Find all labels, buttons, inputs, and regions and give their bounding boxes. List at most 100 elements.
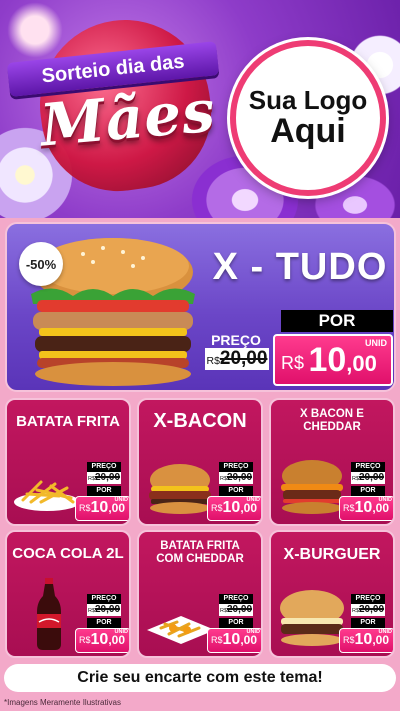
product-card-x-burguer[interactable]: X-BURGUER PREÇO R$20,00 POR R$10,00 UNID [269,530,395,658]
product-card-coca-cola[interactable]: COCA COLA 2L PREÇO R$20,00 POR R$10,00 UN… [5,530,131,658]
price-tag: PREÇO R$20,00 POR R$10,00 UNID [75,462,129,524]
soda-bottle-image [37,578,61,650]
price-label: PREÇO [351,462,385,472]
new-price-integer: 10 [90,631,109,648]
product-card-x-bacon-cheddar[interactable]: X BACON E CHEDDAR PREÇO R$20,00 POR R$10… [269,398,395,526]
old-price: R$20,00 [219,472,253,484]
burger-image [280,590,344,646]
new-currency: R$ [79,635,91,645]
product-name: X BACON E CHEDDAR [300,408,364,433]
new-currency: R$ [211,503,223,513]
new-currency: R$ [211,635,223,645]
new-currency: R$ [79,503,91,513]
price-tag: PREÇO R$20,00 POR R$10,00 UNID [75,594,129,656]
cta-button[interactable]: Crie seu encarte com este tema! [4,664,396,692]
new-price: R$10,00 UNID [339,628,393,653]
new-currency: R$ [343,503,355,513]
product-name: COCA COLA 2L [12,545,124,562]
por-label: POR [219,486,253,496]
price-label: PREÇO [211,332,261,348]
old-currency: R$ [351,476,359,482]
product-card-batata-frita[interactable]: BATATA FRITA PREÇO R$20,00 POR R$10,00 UN… [5,398,131,526]
logo-placeholder[interactable]: Sua Logo Aqui [230,40,386,196]
new-price-cents: ,00 [108,501,125,515]
old-currency: R$ [87,476,95,482]
new-price: R$10,00 UNID [75,496,129,521]
header-banner: Sorteio dia das Mães Sua Logo Aqui [0,0,400,218]
fries-image [14,480,80,511]
new-price-cents: ,00 [240,633,257,647]
old-price-value: 20,00 [95,472,121,483]
old-price-value: 20,00 [359,472,385,483]
old-price-value: 20,00 [227,472,253,483]
price-tag: PREÇO R$20,00 POR R$10,00 UNID [207,462,261,524]
por-label: POR [351,486,385,496]
price-label: PREÇO [87,462,121,472]
unit-label: UNID [365,338,387,348]
old-price-value: 20,00 [95,604,121,615]
old-price: R$20,00 [219,604,253,616]
unit-label: UNID [114,629,128,635]
por-label: POR [281,310,393,332]
price-tag: PREÇO R$20,00 POR R$10,00 UNID [339,594,393,656]
new-price: R$10,00 UNID [75,628,129,653]
new-price-cents: ,00 [372,633,389,647]
por-label: POR [219,618,253,628]
new-price-cents: ,00 [108,633,125,647]
disclaimer-text: *Imagens Meramente Ilustrativas [4,698,121,707]
featured-product-name: X - TUDO [212,246,388,288]
featured-product-card[interactable]: -50% X - TUDO PREÇO R$20,00 POR R$ 10,00… [5,222,396,392]
new-price-cents: ,00 [346,351,377,376]
new-price-cents: ,00 [372,501,389,515]
old-price: R$20,00 [87,472,121,484]
discount-badge: -50% [19,242,63,286]
old-price-value: 20,00 [227,604,253,615]
unit-label: UNID [246,629,260,635]
new-price-integer: 10 [222,631,241,648]
price-label: PREÇO [87,594,121,604]
old-currency: R$ [206,356,220,367]
old-price-value: 20,00 [359,604,385,615]
product-name: X-BACON [153,410,247,432]
price-label: PREÇO [351,594,385,604]
price-tag: PREÇO R$20,00 POR R$10,00 UNID [207,594,261,656]
price-label: PREÇO [219,462,253,472]
por-label: POR [87,486,121,496]
product-card-x-bacon[interactable]: X-BACON PREÇO R$20,00 POR R$10,00 UNID [137,398,263,526]
logo-text-line1: Sua Logo [248,84,368,115]
price-tag: PREÇO R$20,00 POR R$ 10,00 UNID [203,310,393,390]
new-price: R$10,00 UNID [207,496,261,521]
price-label: PREÇO [219,594,253,604]
unit-label: UNID [246,497,260,503]
new-price: R$10,00 UNID [207,628,261,653]
old-currency: R$ [87,608,95,614]
new-price-integer: 10 [90,499,109,516]
old-currency: R$ [219,476,227,482]
logo-text-line2: Aqui [270,111,346,150]
burger-image [149,464,211,514]
old-price: R$20,00 [351,604,385,616]
por-label: POR [87,618,121,628]
por-label: POR [351,618,385,628]
old-price: R$20,00 [351,472,385,484]
new-price-cents: ,00 [240,501,257,515]
old-price-value: 20,00 [219,348,268,369]
old-currency: R$ [351,608,359,614]
new-price: R$10,00 UNID [339,496,393,521]
unit-label: UNID [378,497,392,503]
new-price-integer: 10 [354,499,373,516]
product-name: X-BURGUER [283,546,381,563]
old-price: R$20,00 [205,348,269,370]
unit-label: UNID [378,629,392,635]
old-currency: R$ [219,608,227,614]
product-card-batata-cheddar[interactable]: BATATA FRITA COM CHEDDAR PREÇO R$20,00 P… [137,530,263,658]
unit-label: UNID [114,497,128,503]
fries-cheddar-image [147,616,215,644]
new-price-integer: 10 [354,631,373,648]
new-currency: R$ [343,635,355,645]
burger-image [281,460,343,514]
new-price-integer: 10 [308,341,347,379]
product-name: BATATA FRITA [16,413,120,430]
new-price-integer: 10 [222,499,241,516]
old-price: R$20,00 [87,604,121,616]
